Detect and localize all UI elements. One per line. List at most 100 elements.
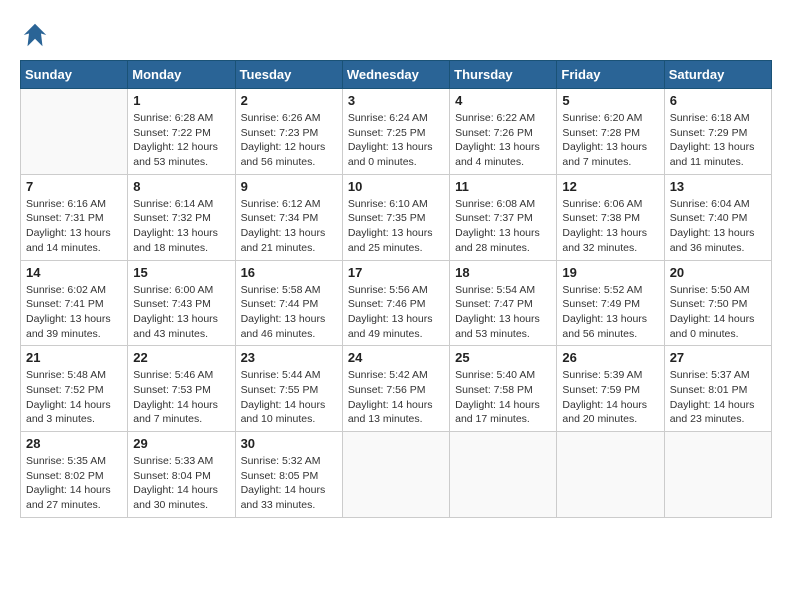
day-number: 29 [133,436,229,451]
calendar-cell: 6 Sunrise: 6:18 AM Sunset: 7:29 PM Daylig… [664,89,771,175]
day-info: Sunrise: 5:42 AM Sunset: 7:56 PM Dayligh… [348,368,444,427]
day-number: 26 [562,350,658,365]
day-number: 15 [133,265,229,280]
day-info: Sunrise: 6:12 AM Sunset: 7:34 PM Dayligh… [241,197,337,256]
weekday-header-wednesday: Wednesday [342,61,449,89]
calendar-cell: 14Sunrise: 6:02 AM Sunset: 7:41 PM Dayli… [21,260,128,346]
day-number: 19 [562,265,658,280]
day-info: Sunrise: 5:58 AM Sunset: 7:44 PM Dayligh… [241,283,337,342]
day-info: Sunrise: 5:50 AM Sunset: 7:50 PM Dayligh… [670,283,766,342]
day-info: Sunrise: 5:40 AM Sunset: 7:58 PM Dayligh… [455,368,551,427]
day-number: 16 [241,265,337,280]
calendar-table: SundayMondayTuesdayWednesdayThursdayFrid… [20,60,772,518]
day-number: 28 [26,436,122,451]
day-info: Sunrise: 6:18 AM Sunset: 7:29 PM Dayligh… [670,111,766,170]
weekday-header-monday: Monday [128,61,235,89]
weekday-header-tuesday: Tuesday [235,61,342,89]
calendar-cell: 11 Sunrise: 6:08 AM Sunset: 7:37 PM Dayli… [450,174,557,260]
calendar-week-row: 1 Sunrise: 6:28 AM Sunset: 7:22 PM Daylig… [21,89,772,175]
calendar-week-row: 7 Sunrise: 6:16 AM Sunset: 7:31 PM Daylig… [21,174,772,260]
day-number: 25 [455,350,551,365]
day-info: Sunrise: 5:39 AM Sunset: 7:59 PM Dayligh… [562,368,658,427]
day-info: Sunrise: 6:24 AM Sunset: 7:25 PM Dayligh… [348,111,444,170]
calendar-cell [342,432,449,518]
day-number: 8 [133,179,229,194]
calendar-week-row: 21 Sunrise: 5:48 AM Sunset: 7:52 PM Dayli… [21,346,772,432]
day-number: 1 [133,93,229,108]
day-info: Sunrise: 6:02 AM Sunset: 7:41 PM Dayligh… [26,283,122,342]
calendar-cell: 23 Sunrise: 5:44 AM Sunset: 7:55 PM Dayli… [235,346,342,432]
day-number: 6 [670,93,766,108]
day-number: 4 [455,93,551,108]
day-info: Sunrise: 6:06 AM Sunset: 7:38 PM Dayligh… [562,197,658,256]
logo-icon [20,20,50,50]
calendar-cell: 18 Sunrise: 5:54 AM Sunset: 7:47 PM Dayli… [450,260,557,346]
calendar-cell [557,432,664,518]
calendar-week-row: 28Sunrise: 5:35 AM Sunset: 8:02 PM Dayli… [21,432,772,518]
calendar-header-row: SundayMondayTuesdayWednesdayThursdayFrid… [21,61,772,89]
day-number: 24 [348,350,444,365]
calendar-week-row: 14Sunrise: 6:02 AM Sunset: 7:41 PM Dayli… [21,260,772,346]
calendar-cell: 24 Sunrise: 5:42 AM Sunset: 7:56 PM Dayli… [342,346,449,432]
day-info: Sunrise: 6:22 AM Sunset: 7:26 PM Dayligh… [455,111,551,170]
day-number: 17 [348,265,444,280]
day-info: Sunrise: 6:00 AM Sunset: 7:43 PM Dayligh… [133,283,229,342]
day-info: Sunrise: 6:16 AM Sunset: 7:31 PM Dayligh… [26,197,122,256]
day-info: Sunrise: 5:48 AM Sunset: 7:52 PM Dayligh… [26,368,122,427]
day-info: Sunrise: 5:46 AM Sunset: 7:53 PM Dayligh… [133,368,229,427]
day-number: 7 [26,179,122,194]
calendar-cell [450,432,557,518]
day-number: 13 [670,179,766,194]
day-number: 12 [562,179,658,194]
day-info: Sunrise: 6:10 AM Sunset: 7:35 PM Dayligh… [348,197,444,256]
day-number: 21 [26,350,122,365]
day-info: Sunrise: 6:26 AM Sunset: 7:23 PM Dayligh… [241,111,337,170]
day-info: Sunrise: 6:08 AM Sunset: 7:37 PM Dayligh… [455,197,551,256]
calendar-cell: 22 Sunrise: 5:46 AM Sunset: 7:53 PM Dayli… [128,346,235,432]
calendar-cell [21,89,128,175]
calendar-cell: 8 Sunrise: 6:14 AM Sunset: 7:32 PM Daylig… [128,174,235,260]
calendar-cell: 12 Sunrise: 6:06 AM Sunset: 7:38 PM Dayli… [557,174,664,260]
calendar-cell: 3 Sunrise: 6:24 AM Sunset: 7:25 PM Daylig… [342,89,449,175]
day-number: 5 [562,93,658,108]
day-number: 10 [348,179,444,194]
day-number: 3 [348,93,444,108]
day-number: 22 [133,350,229,365]
day-info: Sunrise: 5:52 AM Sunset: 7:49 PM Dayligh… [562,283,658,342]
calendar-cell [664,432,771,518]
calendar-cell: 30Sunrise: 5:32 AM Sunset: 8:05 PM Dayli… [235,432,342,518]
day-info: Sunrise: 6:04 AM Sunset: 7:40 PM Dayligh… [670,197,766,256]
calendar-cell: 29 Sunrise: 5:33 AM Sunset: 8:04 PM Dayli… [128,432,235,518]
calendar-cell: 27Sunrise: 5:37 AM Sunset: 8:01 PM Dayli… [664,346,771,432]
day-number: 2 [241,93,337,108]
calendar-cell: 5 Sunrise: 6:20 AM Sunset: 7:28 PM Daylig… [557,89,664,175]
day-info: Sunrise: 5:44 AM Sunset: 7:55 PM Dayligh… [241,368,337,427]
calendar-cell: 26 Sunrise: 5:39 AM Sunset: 7:59 PM Dayli… [557,346,664,432]
day-info: Sunrise: 6:14 AM Sunset: 7:32 PM Dayligh… [133,197,229,256]
day-info: Sunrise: 5:33 AM Sunset: 8:04 PM Dayligh… [133,454,229,513]
calendar-cell: 15 Sunrise: 6:00 AM Sunset: 7:43 PM Dayli… [128,260,235,346]
day-number: 11 [455,179,551,194]
calendar-cell: 13 Sunrise: 6:04 AM Sunset: 7:40 PM Dayli… [664,174,771,260]
calendar-cell: 4 Sunrise: 6:22 AM Sunset: 7:26 PM Daylig… [450,89,557,175]
calendar-cell: 2 Sunrise: 6:26 AM Sunset: 7:23 PM Daylig… [235,89,342,175]
day-info: Sunrise: 6:20 AM Sunset: 7:28 PM Dayligh… [562,111,658,170]
calendar-cell: 20 Sunrise: 5:50 AM Sunset: 7:50 PM Dayli… [664,260,771,346]
day-number: 18 [455,265,551,280]
calendar-cell: 7 Sunrise: 6:16 AM Sunset: 7:31 PM Daylig… [21,174,128,260]
calendar-cell: 16 Sunrise: 5:58 AM Sunset: 7:44 PM Dayli… [235,260,342,346]
day-info: Sunrise: 5:32 AM Sunset: 8:05 PM Dayligh… [241,454,337,513]
day-number: 23 [241,350,337,365]
weekday-header-sunday: Sunday [21,61,128,89]
page-header [20,20,772,50]
calendar-cell: 17 Sunrise: 5:56 AM Sunset: 7:46 PM Dayli… [342,260,449,346]
day-number: 20 [670,265,766,280]
day-info: Sunrise: 5:56 AM Sunset: 7:46 PM Dayligh… [348,283,444,342]
day-info: Sunrise: 5:54 AM Sunset: 7:47 PM Dayligh… [455,283,551,342]
calendar-cell: 19 Sunrise: 5:52 AM Sunset: 7:49 PM Dayli… [557,260,664,346]
day-info: Sunrise: 5:37 AM Sunset: 8:01 PM Dayligh… [670,368,766,427]
day-info: Sunrise: 6:28 AM Sunset: 7:22 PM Dayligh… [133,111,229,170]
calendar-cell: 1 Sunrise: 6:28 AM Sunset: 7:22 PM Daylig… [128,89,235,175]
logo [20,20,54,50]
calendar-cell: 28Sunrise: 5:35 AM Sunset: 8:02 PM Dayli… [21,432,128,518]
